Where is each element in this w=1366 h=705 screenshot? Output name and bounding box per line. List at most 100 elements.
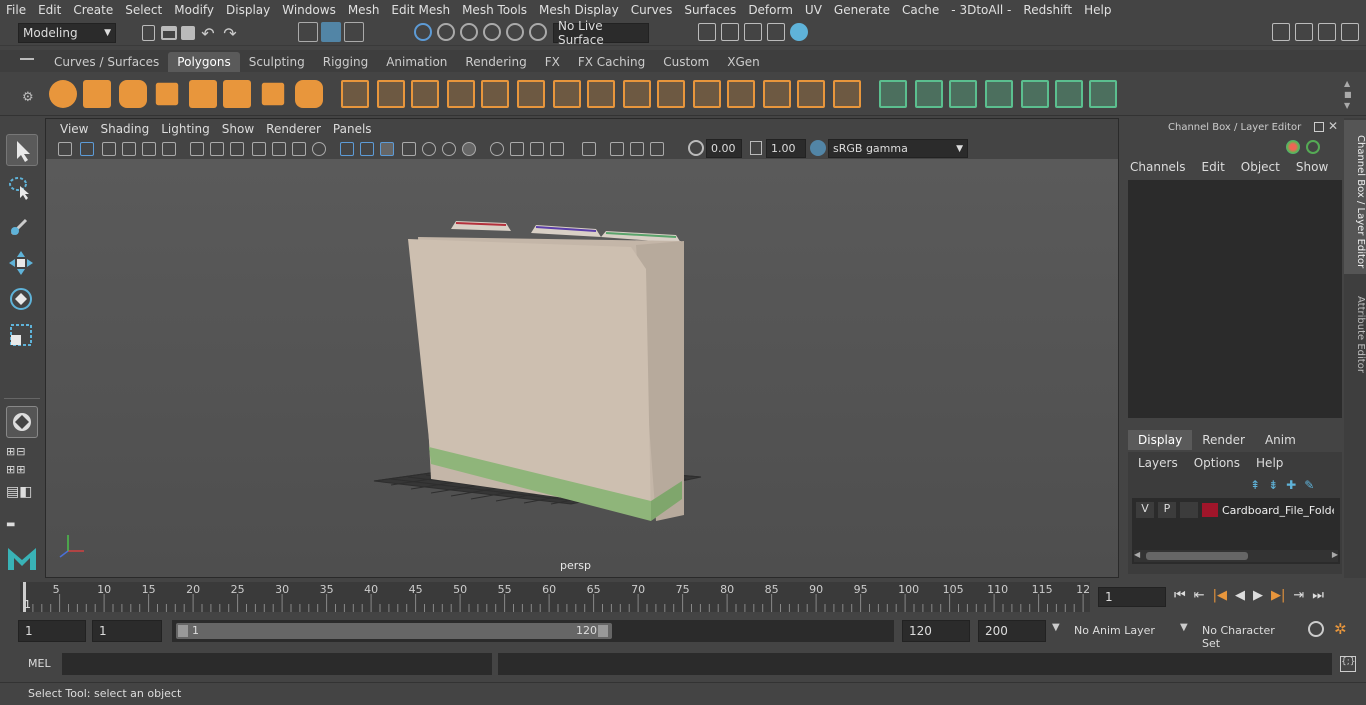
- chevron-down-icon[interactable]: ▼: [1052, 622, 1060, 633]
- flat-shade-icon[interactable]: [380, 142, 394, 156]
- grease-pencil-icon[interactable]: [162, 142, 176, 156]
- gamma-field[interactable]: 1.00: [766, 139, 806, 158]
- snap-view-plane-icon[interactable]: [483, 23, 501, 41]
- shelf-menu-icon[interactable]: [20, 58, 34, 60]
- layer-tab-anim[interactable]: Anim: [1255, 430, 1306, 450]
- render-view-icon[interactable]: [698, 23, 716, 41]
- shelf-multi-cut-icon[interactable]: [657, 80, 685, 108]
- shelf-tab-fx[interactable]: FX: [536, 52, 569, 72]
- select-hierarchy-icon[interactable]: [298, 22, 318, 42]
- motion-blur-icon[interactable]: [510, 142, 524, 156]
- attribute-editor-toggle-icon[interactable]: [1295, 23, 1313, 41]
- menu-edit-mesh[interactable]: Edit Mesh: [385, 3, 456, 17]
- menu-display[interactable]: Display: [220, 3, 276, 17]
- menu-mesh-tools[interactable]: Mesh Tools: [456, 3, 533, 17]
- bounding-box-icon[interactable]: [402, 142, 416, 156]
- maya-logo-button[interactable]: [6, 542, 38, 574]
- open-scene-icon[interactable]: [161, 26, 177, 40]
- shelf-pipe-icon[interactable]: [295, 80, 323, 108]
- channel-menu-object[interactable]: Object: [1241, 160, 1280, 174]
- layer-tab-display[interactable]: Display: [1128, 430, 1193, 450]
- close-icon[interactable]: ✕: [1328, 119, 1338, 133]
- go-to-start-icon[interactable]: ⏮: [1174, 588, 1186, 603]
- shelf-cube-icon[interactable]: [83, 80, 111, 108]
- hypershade-icon[interactable]: [790, 23, 808, 41]
- lasso-tool-button[interactable]: [6, 172, 38, 204]
- rotate-tool-button[interactable]: [6, 284, 38, 316]
- range-start-grip[interactable]: [178, 625, 188, 637]
- xray-icon[interactable]: [610, 142, 624, 156]
- shelf-bevel-icon[interactable]: [553, 80, 581, 108]
- shelf-target-weld-icon[interactable]: [763, 80, 791, 108]
- step-back-key-icon[interactable]: ⇤: [1194, 588, 1205, 603]
- shelf-cone-icon[interactable]: [155, 82, 179, 106]
- menu-3dtoall[interactable]: - 3DtoAll -: [945, 3, 1017, 17]
- shelf-scroll-arrows[interactable]: ▲ ■ ▼: [1344, 78, 1358, 112]
- animation-start-field[interactable]: 1: [18, 620, 86, 642]
- smooth-shade-icon[interactable]: [360, 142, 374, 156]
- menu-select[interactable]: Select: [119, 3, 168, 17]
- menu-cache[interactable]: Cache: [896, 3, 945, 17]
- shelf-bridge-icon[interactable]: [587, 80, 615, 108]
- shelf-torus-icon[interactable]: [223, 80, 251, 108]
- snap-curve-icon[interactable]: [437, 23, 455, 41]
- paint-select-tool-button[interactable]: [6, 210, 38, 242]
- playback-end-field[interactable]: 120: [902, 620, 970, 642]
- menu-file[interactable]: File: [0, 3, 32, 17]
- field-chart-icon[interactable]: [272, 142, 286, 156]
- shelf-combine-icon[interactable]: [341, 80, 369, 108]
- shelf-layout-uv-icon[interactable]: [1055, 80, 1083, 108]
- shelf-extrude-icon[interactable]: [623, 80, 651, 108]
- bookmark-icon[interactable]: [102, 142, 116, 156]
- 2d-pan-icon[interactable]: [142, 142, 156, 156]
- move-layer-down-icon[interactable]: ⇟: [1268, 478, 1278, 492]
- viewport-menu-shading[interactable]: Shading: [94, 122, 155, 136]
- shelf-plane-icon[interactable]: [189, 80, 217, 108]
- range-slider[interactable]: 1 120: [172, 620, 894, 642]
- step-forward-key-icon[interactable]: ⇥: [1293, 588, 1304, 603]
- timeline-track[interactable]: 5 10 15 20 25 30 35 40 45 50 55 60 65 70 75 80 85 90 95 100…: [20, 582, 1090, 612]
- redo-icon[interactable]: ↷: [221, 24, 239, 43]
- snap-edge-icon[interactable]: [529, 23, 547, 41]
- camera-icon[interactable]: [58, 142, 72, 156]
- new-layer-selected-icon[interactable]: ✎: [1304, 478, 1314, 492]
- time-slider[interactable]: 5 10 15 20 25 30 35 40 45 50 55 60 65 70 75 80 85 90 95 100…: [0, 580, 1366, 614]
- scroll-left-icon[interactable]: ◀: [1134, 550, 1140, 559]
- camera-attributes-icon[interactable]: [80, 142, 94, 156]
- shelf-tab-curves-surfaces[interactable]: Curves / Surfaces: [45, 52, 168, 72]
- go-to-end-icon[interactable]: ⏭: [1312, 588, 1324, 603]
- safe-title-icon[interactable]: [312, 142, 326, 156]
- layer-tab-render[interactable]: Render: [1192, 430, 1255, 450]
- snap-surface-icon[interactable]: [506, 23, 524, 41]
- isolate-select-icon[interactable]: [582, 142, 596, 156]
- shelf-planar-uv-icon[interactable]: [879, 80, 907, 108]
- viewport-menu-lighting[interactable]: Lighting: [155, 122, 216, 136]
- scroll-right-icon[interactable]: ▶: [1332, 550, 1338, 559]
- menu-edit[interactable]: Edit: [32, 3, 67, 17]
- render-settings-icon[interactable]: [767, 23, 785, 41]
- shelf-tab-xgen[interactable]: XGen: [718, 52, 769, 72]
- viewport-menu-renderer[interactable]: Renderer: [260, 122, 327, 136]
- menu-windows[interactable]: Windows: [276, 3, 342, 17]
- move-layer-up-icon[interactable]: ⇞: [1250, 478, 1260, 492]
- xray-active-icon[interactable]: [650, 142, 664, 156]
- layer-color-swatch[interactable]: [1202, 503, 1218, 517]
- shelf-tab-polygons[interactable]: Polygons: [168, 52, 240, 72]
- viewport-canvas[interactable]: persp: [46, 159, 1118, 577]
- exposure-icon[interactable]: [688, 140, 704, 156]
- menu-modify[interactable]: Modify: [168, 3, 220, 17]
- anti-aliasing-icon[interactable]: [530, 142, 544, 156]
- playback-start-field[interactable]: 1: [92, 620, 162, 642]
- layer-menu-help[interactable]: Help: [1256, 456, 1283, 470]
- play-forwards-icon[interactable]: ▶: [1253, 588, 1263, 603]
- viewport-menu-show[interactable]: Show: [216, 122, 260, 136]
- menu-help[interactable]: Help: [1078, 3, 1117, 17]
- menu-mesh-display[interactable]: Mesh Display: [533, 3, 625, 17]
- grid-icon[interactable]: [190, 142, 204, 156]
- layer-menu-layers[interactable]: Layers: [1138, 456, 1178, 470]
- menu-uv[interactable]: UV: [799, 3, 828, 17]
- menu-generate[interactable]: Generate: [828, 3, 896, 17]
- animation-prefs-icon[interactable]: ✲: [1334, 620, 1347, 638]
- ipr-render-icon[interactable]: [744, 23, 762, 41]
- layer-playback-toggle[interactable]: P: [1158, 502, 1176, 518]
